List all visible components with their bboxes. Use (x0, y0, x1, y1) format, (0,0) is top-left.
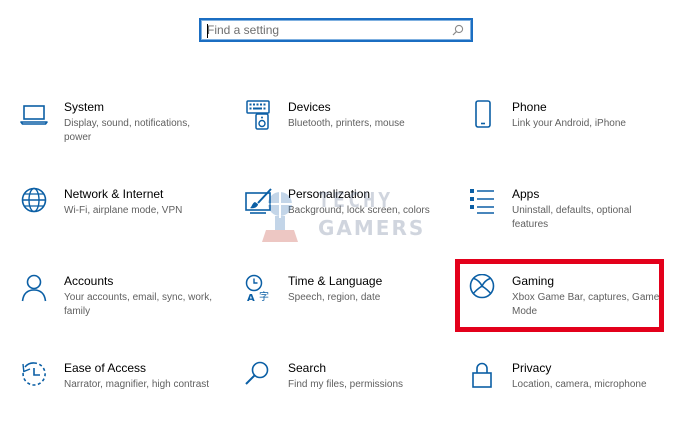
search-input[interactable] (207, 22, 447, 38)
tile-title: Accounts (64, 274, 114, 288)
time-language-icon: A 字 (244, 274, 274, 304)
tile-description: Location, camera, microphone (512, 379, 647, 390)
tile-description: Your accounts, email, sync, work, family (64, 292, 213, 317)
tile-description: Uninstall, defaults, optional features (512, 205, 632, 230)
magnifier-icon (244, 361, 274, 391)
ease-of-access-icon (20, 361, 50, 391)
gaming-highlight-box (455, 259, 664, 332)
watermark-text-line1: TECHY (318, 188, 394, 212)
watermark-text-line2: GAMERS (318, 216, 426, 240)
tile-privacy[interactable]: Privacy Location, camera, microphone (468, 361, 668, 431)
tile-network-internet[interactable]: Network & Internet Wi-Fi, airplane mode,… (20, 187, 220, 257)
tile-ease-of-access[interactable]: Ease of Access Narrator, magnifier, high… (20, 361, 220, 431)
tile-title: Devices (288, 100, 331, 114)
lock-icon (468, 361, 498, 391)
tile-title: System (64, 100, 105, 114)
tile-system[interactable]: System Display, sound, notifications, po… (20, 100, 220, 170)
tile-title: Apps (512, 187, 540, 201)
person-icon (20, 274, 50, 304)
tile-apps[interactable]: Apps Uninstall, defaults, optional featu… (468, 187, 668, 257)
tile-title: Ease of Access (64, 361, 147, 375)
text-caret (207, 24, 208, 38)
search-box[interactable] (199, 18, 473, 42)
tile-time-language[interactable]: A 字 Time & Language Speech, region, date (244, 274, 444, 344)
tile-title: Search (288, 361, 327, 375)
tile-title: Privacy (512, 361, 552, 375)
tile-devices[interactable]: Devices Bluetooth, printers, mouse (244, 100, 444, 170)
tile-description: Link your Android, iPhone (512, 118, 626, 129)
search-icon[interactable] (451, 23, 465, 37)
tile-description: Narrator, magnifier, high contrast (64, 379, 210, 390)
laptop-icon (20, 100, 50, 130)
svg-text:A: A (247, 293, 255, 304)
tile-title: Phone (512, 100, 547, 114)
keyboard-speaker-icon (244, 100, 274, 130)
watermark: TECHY GAMERS (258, 186, 448, 246)
tile-description: Find my files, permissions (288, 379, 404, 390)
tile-title: Time & Language (288, 274, 383, 288)
tile-search[interactable]: Search Find my files, permissions (244, 361, 444, 431)
tile-description: Wi-Fi, airplane mode, VPN (64, 205, 183, 216)
phone-icon (468, 100, 498, 130)
tile-description: Display, sound, notifications, power (64, 118, 190, 143)
svg-text:字: 字 (259, 290, 269, 303)
tile-accounts[interactable]: Accounts Your accounts, email, sync, wor… (20, 274, 220, 344)
tile-title: Network & Internet (64, 187, 164, 201)
tile-phone[interactable]: Phone Link your Android, iPhone (468, 100, 668, 170)
tile-description: Bluetooth, printers, mouse (288, 118, 405, 129)
tile-description: Speech, region, date (288, 292, 381, 303)
watermark-logo-icon (258, 186, 308, 244)
globe-icon (20, 187, 50, 217)
apps-list-icon (468, 187, 498, 217)
